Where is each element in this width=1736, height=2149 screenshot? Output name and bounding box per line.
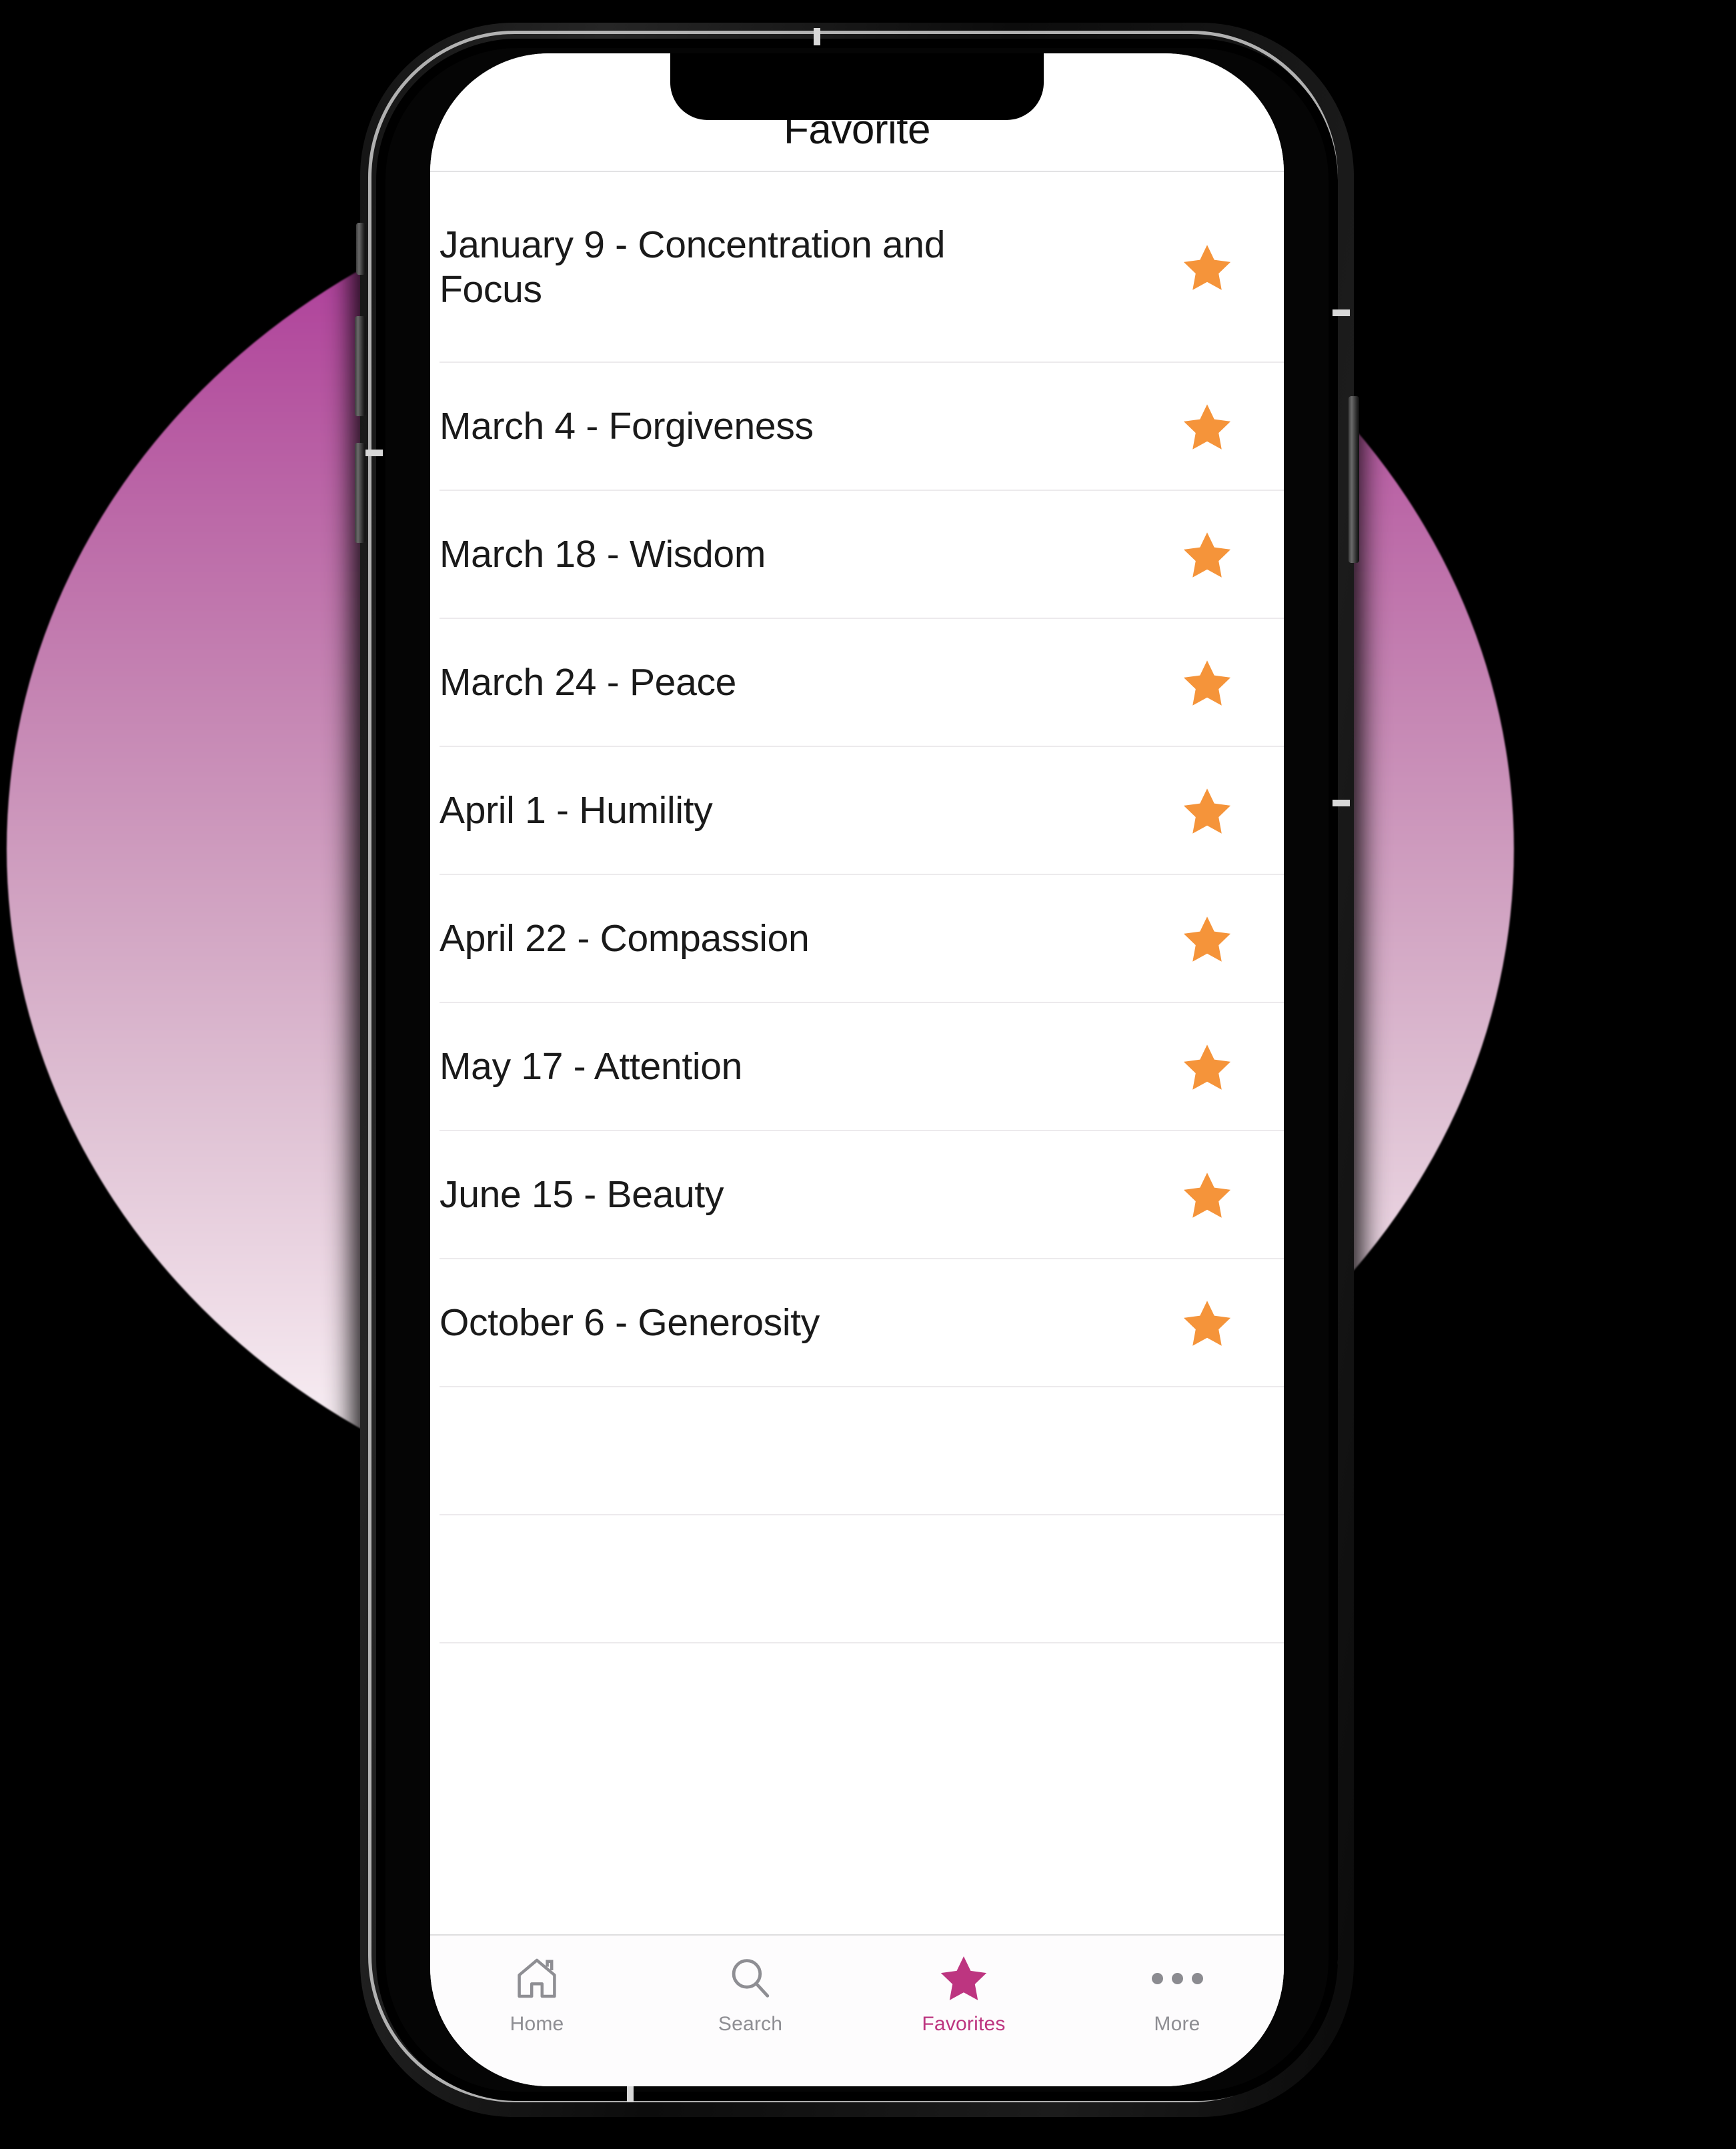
antenna-line-right-lower [1333, 800, 1350, 806]
ellipsis-dot [1151, 1972, 1163, 1984]
tab-label: Home [510, 2013, 564, 2035]
star-filled-icon [1183, 660, 1231, 706]
list-item-label: March 18 - Wisdom [440, 533, 766, 576]
list-item[interactable]: January 9 - Concentration and Focus [430, 172, 1284, 363]
antenna-line-bottom [627, 2085, 634, 2102]
silent-switch-button[interactable] [356, 223, 365, 275]
list-item-empty [430, 1387, 1284, 1515]
star-filled-icon [1183, 1173, 1231, 1218]
tab-label: Favorites [922, 2013, 1006, 2035]
list-item[interactable]: April 1 - Humility [430, 747, 1284, 875]
list-item-label: March 24 - Peace [440, 661, 737, 704]
favorite-star-button[interactable] [1170, 529, 1244, 581]
device-shell: Favorite January 9 - Concentration and F… [355, 23, 1361, 2117]
tab-favorites[interactable]: Favorites [857, 1953, 1070, 2036]
tab-search[interactable]: Search [644, 1953, 857, 2036]
star-filled-icon [1183, 532, 1231, 578]
ellipsis-dot [1191, 1972, 1203, 1984]
power-button[interactable] [1349, 396, 1359, 563]
list-item[interactable]: March 24 - Peace [430, 619, 1284, 747]
antenna-line-left [365, 450, 383, 456]
favorite-star-button[interactable] [1170, 657, 1244, 709]
volume-up-button[interactable] [355, 316, 365, 416]
favorite-star-button[interactable] [1170, 1169, 1244, 1221]
favorites-list[interactable]: January 9 - Concentration and Focus March… [430, 172, 1284, 1934]
favorite-star-button[interactable] [1170, 241, 1244, 293]
list-item[interactable]: March 4 - Forgiveness [430, 363, 1284, 491]
favorite-star-button[interactable] [1170, 1041, 1244, 1093]
star-filled-icon [1183, 1301, 1231, 1346]
tab-label: Search [718, 2013, 783, 2035]
list-item-label: March 4 - Forgiveness [440, 405, 814, 448]
star-filled-icon [938, 1953, 989, 2004]
ellipsis-icon [1151, 1953, 1203, 2004]
notch [670, 53, 1044, 120]
star-filled-icon [1183, 1044, 1231, 1090]
list-item-label: June 15 - Beauty [440, 1173, 724, 1217]
tab-more[interactable]: More [1070, 1953, 1284, 2036]
list-item-empty [430, 1515, 1284, 1643]
magnifier-icon [725, 1953, 776, 2004]
list-item[interactable]: May 17 - Attention [430, 1003, 1284, 1131]
list-item[interactable]: October 6 - Generosity [430, 1259, 1284, 1387]
volume-down-button[interactable] [355, 443, 365, 543]
star-filled-icon [1183, 404, 1231, 450]
star-filled-icon [1183, 788, 1231, 834]
tab-home[interactable]: Home [430, 1953, 644, 2036]
tab-label: More [1154, 2013, 1200, 2035]
phone-mockup: Favorite January 9 - Concentration and F… [355, 23, 1361, 2117]
star-filled-icon [1183, 916, 1231, 962]
favorite-star-button[interactable] [1170, 913, 1244, 965]
ellipsis-dots [1151, 1972, 1203, 1984]
star-filled-icon [1183, 245, 1231, 290]
list-item-label: April 22 - Compassion [440, 917, 810, 960]
list-item-label: May 17 - Attention [440, 1045, 743, 1089]
list-item[interactable]: April 22 - Compassion [430, 875, 1284, 1003]
favorite-star-button[interactable] [1170, 401, 1244, 453]
list-item-label: April 1 - Humility [440, 789, 713, 832]
antenna-line-top [814, 28, 820, 45]
antenna-line-right-upper [1333, 309, 1350, 316]
list-item[interactable]: June 15 - Beauty [430, 1131, 1284, 1259]
phone-screen: Favorite January 9 - Concentration and F… [430, 53, 1284, 2086]
list-item[interactable]: March 18 - Wisdom [430, 491, 1284, 619]
tab-bar: Home Search Favorites More [430, 1934, 1284, 2086]
list-item-label: October 6 - Generosity [440, 1301, 820, 1345]
list-item-label: January 9 - Concentration and Focus [440, 223, 946, 311]
favorite-star-button[interactable] [1170, 785, 1244, 837]
house-icon [512, 1953, 562, 2004]
ellipsis-dot [1171, 1972, 1183, 1984]
favorite-star-button[interactable] [1170, 1297, 1244, 1349]
